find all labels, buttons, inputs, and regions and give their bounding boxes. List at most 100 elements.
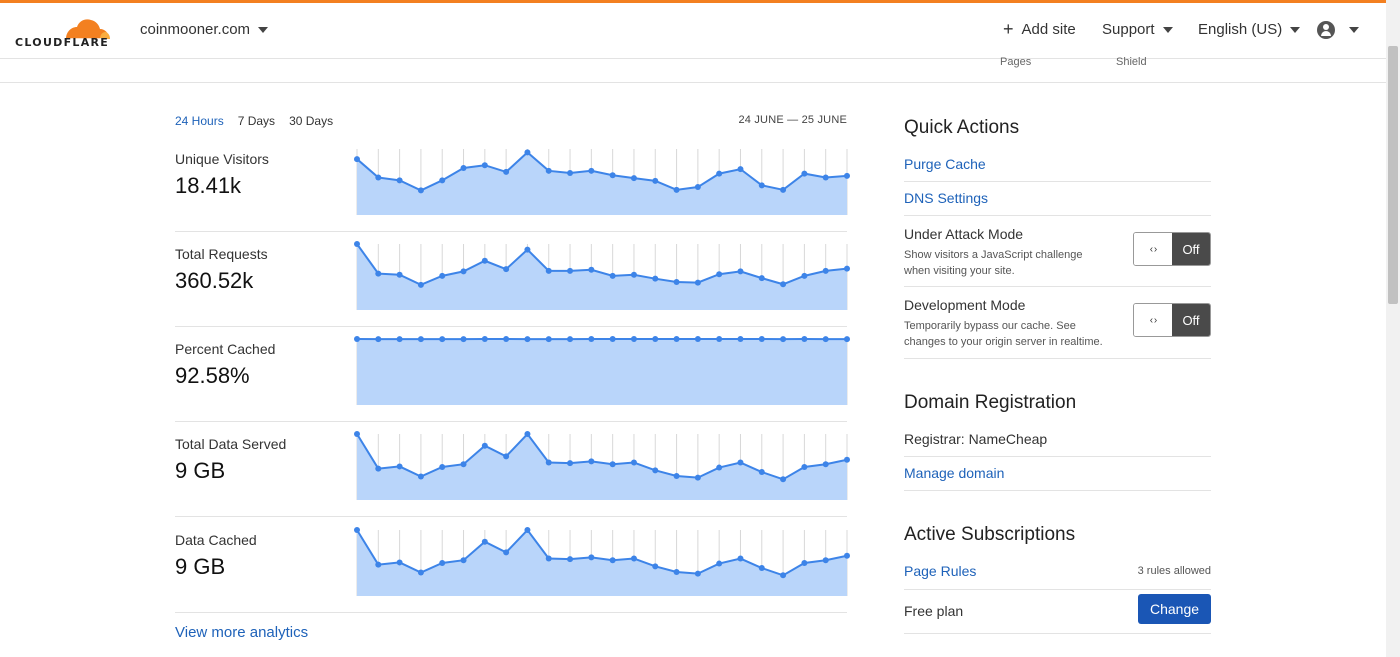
data-point[interactable] [567, 460, 574, 467]
data-point[interactable] [545, 555, 552, 562]
data-point[interactable] [694, 474, 701, 481]
data-point[interactable] [481, 336, 488, 343]
data-point[interactable] [780, 186, 787, 193]
data-point[interactable] [439, 464, 446, 470]
data-point[interactable] [609, 172, 616, 179]
data-point[interactable] [716, 464, 723, 471]
data-point[interactable] [481, 162, 488, 169]
data-point[interactable] [694, 336, 701, 343]
sparkline-chart[interactable] [354, 518, 850, 596]
data-point[interactable] [716, 271, 723, 278]
data-point[interactable] [780, 572, 787, 579]
data-point[interactable] [503, 168, 510, 175]
data-point[interactable] [737, 336, 744, 342]
data-point[interactable] [822, 336, 829, 343]
sparkline-chart[interactable] [354, 232, 850, 310]
data-point[interactable] [567, 267, 574, 274]
data-point[interactable] [545, 459, 552, 466]
data-point[interactable] [354, 241, 360, 247]
data-point[interactable] [396, 559, 403, 566]
tab-pages[interactable]: Pages [1000, 56, 1031, 68]
data-point[interactable] [375, 270, 382, 277]
data-point[interactable] [524, 336, 531, 343]
data-point[interactable] [609, 336, 616, 342]
data-point[interactable] [673, 186, 680, 193]
data-point[interactable] [460, 165, 467, 172]
add-site-button[interactable]: + Add site [1003, 20, 1076, 38]
data-point[interactable] [694, 570, 701, 577]
data-point[interactable] [758, 275, 765, 282]
data-point[interactable] [354, 156, 360, 163]
page-rules-link[interactable]: Page Rules [904, 563, 976, 579]
data-point[interactable] [503, 549, 510, 556]
data-point[interactable] [460, 461, 467, 468]
range-tab-24-hours[interactable]: 24 Hours [175, 114, 224, 128]
data-point[interactable] [567, 336, 574, 343]
data-point[interactable] [801, 336, 808, 343]
data-point[interactable] [375, 336, 382, 343]
data-point[interactable] [673, 336, 680, 343]
data-point[interactable] [354, 431, 360, 437]
data-point[interactable] [609, 557, 616, 564]
data-point[interactable] [375, 465, 382, 472]
data-point[interactable] [439, 272, 446, 279]
data-point[interactable] [417, 187, 424, 194]
range-tab-30-days[interactable]: 30 Days [289, 114, 333, 128]
data-point[interactable] [694, 184, 701, 191]
data-point[interactable] [758, 565, 765, 572]
range-tab-7-days[interactable]: 7 Days [238, 114, 275, 128]
dns-settings-link[interactable]: DNS Settings [904, 190, 988, 206]
support-menu[interactable]: Support [1102, 21, 1173, 38]
data-point[interactable] [673, 472, 680, 479]
data-point[interactable] [758, 336, 765, 343]
data-point[interactable] [737, 555, 744, 562]
data-point[interactable] [630, 555, 637, 562]
data-point[interactable] [524, 431, 531, 437]
manage-domain-link[interactable]: Manage domain [904, 465, 1004, 481]
change-plan-button[interactable]: Change [1138, 594, 1211, 624]
domain-selector[interactable]: coinmooner.com [140, 21, 269, 38]
data-point[interactable] [609, 461, 616, 468]
data-point[interactable] [844, 552, 850, 559]
data-point[interactable] [354, 527, 360, 533]
data-point[interactable] [439, 336, 446, 343]
data-point[interactable] [481, 442, 488, 449]
development-mode-toggle[interactable]: ‹ › Off [1133, 303, 1211, 337]
data-point[interactable] [588, 554, 595, 561]
data-point[interactable] [503, 266, 510, 273]
data-point[interactable] [780, 476, 787, 483]
data-point[interactable] [844, 172, 850, 179]
scrollbar-thumb[interactable] [1388, 46, 1398, 304]
data-point[interactable] [652, 177, 659, 184]
data-point[interactable] [460, 557, 467, 564]
sparkline-chart[interactable] [354, 327, 850, 405]
data-point[interactable] [460, 268, 467, 275]
data-point[interactable] [396, 271, 403, 278]
data-point[interactable] [460, 336, 467, 343]
data-point[interactable] [439, 560, 446, 566]
tab-shield[interactable]: Shield [1116, 56, 1147, 68]
data-point[interactable] [652, 275, 659, 282]
data-point[interactable] [822, 557, 829, 564]
data-point[interactable] [673, 279, 680, 286]
data-point[interactable] [844, 265, 850, 272]
data-point[interactable] [694, 279, 701, 286]
data-point[interactable] [417, 281, 424, 288]
data-point[interactable] [524, 246, 531, 253]
data-point[interactable] [652, 467, 659, 474]
data-point[interactable] [630, 271, 637, 278]
data-point[interactable] [524, 149, 531, 156]
purge-cache-link[interactable]: Purge Cache [904, 156, 986, 172]
data-point[interactable] [439, 177, 446, 184]
data-point[interactable] [737, 268, 744, 275]
data-point[interactable] [801, 464, 808, 470]
data-point[interactable] [822, 174, 829, 181]
data-point[interactable] [716, 560, 723, 567]
data-point[interactable] [417, 336, 424, 343]
data-point[interactable] [780, 281, 787, 288]
data-point[interactable] [844, 456, 850, 463]
data-point[interactable] [524, 527, 531, 533]
data-point[interactable] [652, 336, 659, 343]
data-point[interactable] [588, 336, 595, 343]
data-point[interactable] [630, 459, 637, 466]
